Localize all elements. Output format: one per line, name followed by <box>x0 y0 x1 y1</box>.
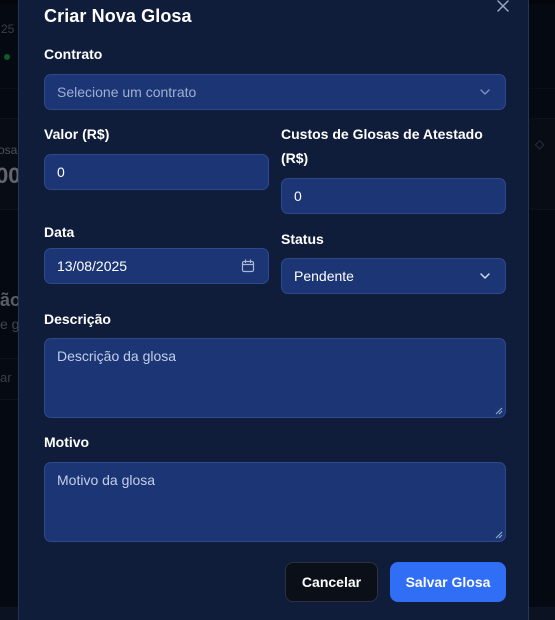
motivo-label: Motivo <box>44 434 90 450</box>
valor-input[interactable]: 0 <box>44 154 269 190</box>
close-icon <box>497 0 509 12</box>
custos-label: Custos de Glosas de Atestado <box>281 122 483 146</box>
chevron-down-icon <box>477 268 493 284</box>
valor-label: Valor (R$) <box>44 126 110 142</box>
chevron-down-icon <box>477 84 493 100</box>
contrato-placeholder: Selecione um contrato <box>57 84 197 100</box>
descricao-textarea[interactable]: Descrição da glosa <box>44 338 506 418</box>
motivo-placeholder: Motivo da glosa <box>57 472 156 488</box>
status-value: Pendente <box>294 268 354 284</box>
create-glosa-dialog: Criar Nova Glosa Contrato Selecione um c… <box>18 0 529 620</box>
cancel-button[interactable]: Cancelar <box>285 562 378 602</box>
dialog-title: Criar Nova Glosa <box>44 6 192 26</box>
custos-input[interactable]: 0 <box>281 178 506 214</box>
status-select[interactable]: Pendente <box>281 258 506 294</box>
close-button[interactable] <box>495 0 511 14</box>
resize-grip-icon[interactable] <box>495 407 503 415</box>
status-label: Status <box>281 231 324 247</box>
data-value: 13/08/2025 <box>57 258 128 274</box>
descricao-placeholder: Descrição da glosa <box>57 348 177 364</box>
motivo-textarea[interactable]: Motivo da glosa <box>44 462 506 542</box>
resize-grip-icon[interactable] <box>495 531 503 539</box>
data-label: Data <box>44 224 75 240</box>
data-input[interactable]: 13/08/2025 <box>44 248 269 284</box>
custos-label-unit: (R$) <box>281 150 309 166</box>
valor-value: 0 <box>57 164 65 180</box>
save-button[interactable]: Salvar Glosa <box>390 562 506 602</box>
calendar-icon[interactable] <box>240 258 256 274</box>
custos-value: 0 <box>294 188 302 204</box>
contrato-label: Contrato <box>44 46 103 62</box>
descricao-label: Descrição <box>44 311 111 327</box>
custos-label-line1: Custos de Glosas de Atestado <box>281 126 483 142</box>
contrato-select[interactable]: Selecione um contrato <box>44 74 506 110</box>
